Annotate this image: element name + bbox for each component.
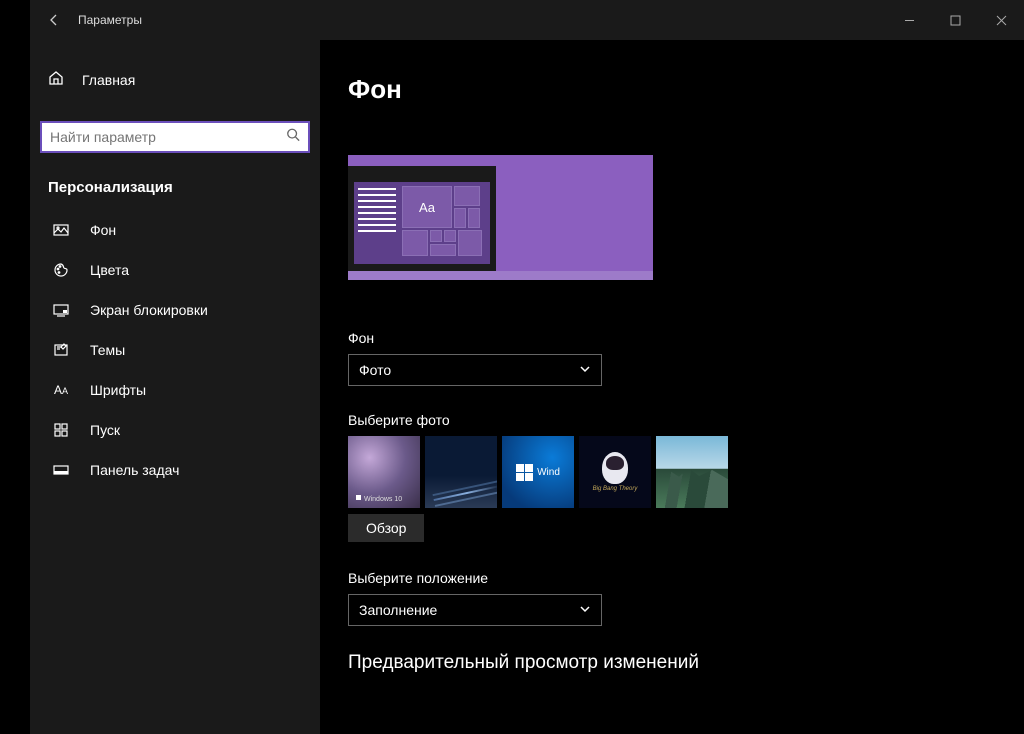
back-button[interactable] [30,0,78,40]
preview-changes-heading: Предварительный просмотр изменений [348,652,1024,674]
nav-item-label: Шрифты [90,382,146,398]
nav-home[interactable]: Главная [30,60,320,99]
nav-item-label: Цвета [90,262,129,278]
photo-thumb-1[interactable]: Windows 10 [348,436,420,508]
fit-value: Заполнение [359,602,437,618]
nav-item-themes[interactable]: Темы [30,330,320,370]
photo-thumb-4[interactable]: Big Bang Theory [579,436,651,508]
search-icon [286,128,300,147]
chevron-down-icon [579,362,591,378]
maximize-button[interactable] [932,0,978,40]
home-icon [48,70,64,89]
nav-item-label: Экран блокировки [90,302,208,318]
background-value: Фото [359,362,391,378]
nav-item-label: Темы [90,342,125,358]
photo-thumb-2[interactable] [425,436,497,508]
palette-icon [52,262,70,278]
minimize-button[interactable] [886,0,932,40]
section-title: Персонализация [30,173,320,210]
page-heading: Фон [348,74,1024,105]
search-box[interactable] [40,121,310,153]
background-label: Фон [348,330,1024,346]
nav-item-background[interactable]: Фон [30,210,320,250]
nav-item-lockscreen[interactable]: Экран блокировки [30,290,320,330]
browse-button[interactable]: Обзор [348,514,424,542]
picture-icon [52,222,70,238]
photo-thumb-5[interactable] [656,436,728,508]
lockscreen-icon [52,302,70,318]
titlebar: Параметры [30,0,1024,40]
photo-thumb-3[interactable]: Wind [502,436,574,508]
nav-item-fonts[interactable]: AA Шрифты [30,370,320,410]
close-button[interactable] [978,0,1024,40]
desktop-preview: Aa [348,155,653,280]
nav-item-taskbar[interactable]: Панель задач [30,450,320,490]
nav-item-start[interactable]: Пуск [30,410,320,450]
window-title: Параметры [78,13,142,27]
start-icon [52,422,70,438]
choose-photo-label: Выберите фото [348,412,1024,428]
taskbar-icon [52,462,70,478]
fit-label: Выберите положение [348,570,1024,586]
themes-icon [52,342,70,358]
chevron-down-icon [579,602,591,618]
background-dropdown[interactable]: Фото [348,354,602,386]
nav-item-colors[interactable]: Цвета [30,250,320,290]
nav-item-label: Пуск [90,422,120,438]
sidebar: Главная Персонализация Фон Цвета Экран б… [30,40,320,734]
fonts-icon: AA [52,383,70,397]
nav-item-label: Фон [90,222,116,238]
main-content: Фон Aa Фон Фото [320,40,1024,734]
search-input[interactable] [40,121,310,153]
photo-thumbnails: Windows 10 Wind Big Bang Theory [348,436,1024,508]
nav-home-label: Главная [82,72,135,88]
preview-sample-text: Aa [402,186,452,228]
nav-item-label: Панель задач [90,462,179,478]
fit-dropdown[interactable]: Заполнение [348,594,602,626]
